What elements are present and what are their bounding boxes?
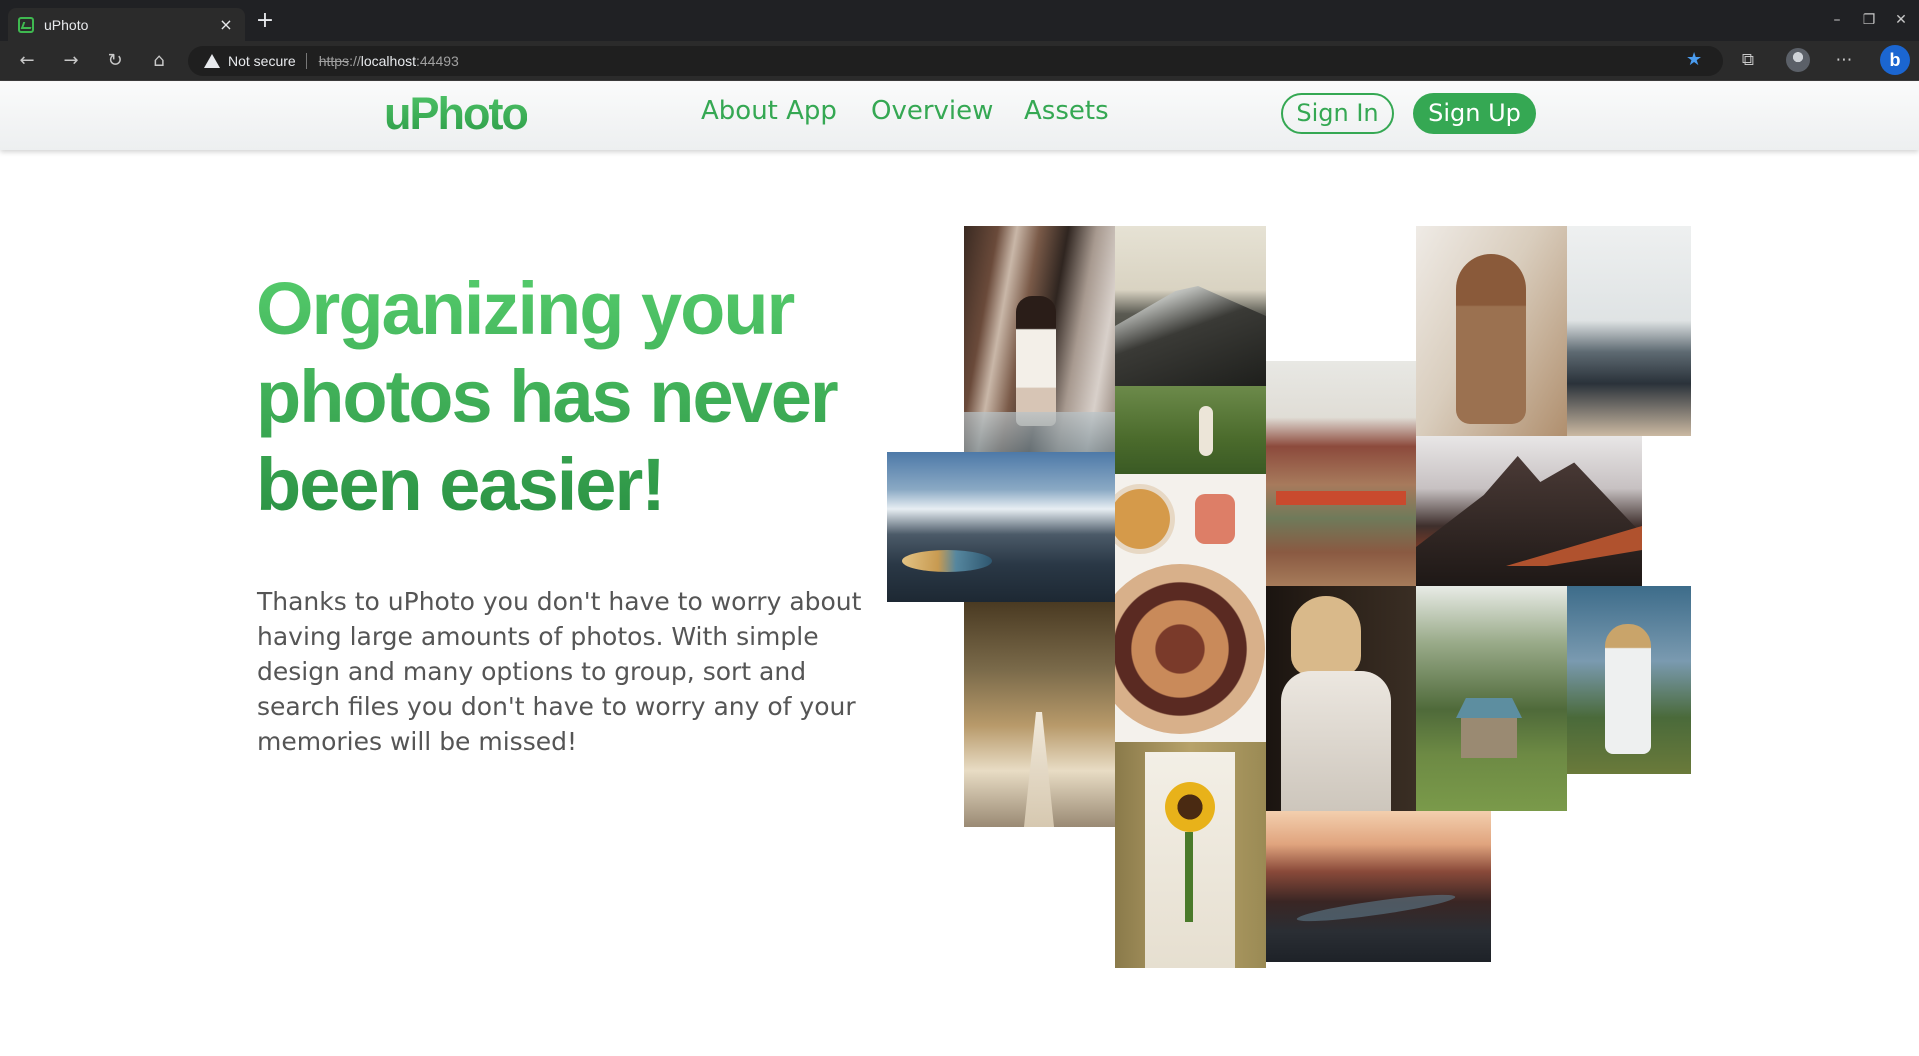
sign-in-button[interactable]: Sign In: [1281, 93, 1394, 134]
new-tab-icon[interactable]: +: [254, 10, 276, 32]
security-label[interactable]: Not secure: [228, 53, 296, 69]
profile-avatar[interactable]: [1786, 48, 1810, 72]
photo-sunflower-bouquet[interactable]: [1115, 742, 1266, 968]
nav-overview[interactable]: Overview: [871, 96, 993, 126]
photo-cypress-alley[interactable]: [964, 602, 1115, 827]
url-input[interactable]: Not secure https://localhost:44493: [188, 46, 1723, 76]
photo-mountain-house[interactable]: [1416, 586, 1567, 811]
url-separator: ://: [349, 53, 361, 69]
photo-woman-field-hat[interactable]: [1567, 586, 1691, 774]
photo-food-platter[interactable]: [1115, 474, 1266, 742]
nav-assets[interactable]: Assets: [1024, 96, 1109, 126]
close-tab-icon[interactable]: ×: [217, 15, 235, 34]
star-icon[interactable]: ★: [1686, 49, 1702, 70]
site-header: uPhoto About App Overview Assets Sign In…: [0, 82, 1919, 150]
back-icon[interactable]: ←: [15, 49, 39, 73]
photo-mountain-valley[interactable]: [1266, 811, 1491, 962]
browser-address-bar: ← → ↻ ⌂ Not secure https://localhost:444…: [0, 41, 1919, 81]
reload-icon[interactable]: ↻: [103, 49, 127, 73]
close-window-icon[interactable]: ✕: [1892, 12, 1910, 28]
more-icon[interactable]: ⋯: [1832, 48, 1856, 72]
photo-rocky-peak[interactable]: [1416, 436, 1642, 586]
bing-icon[interactable]: b: [1880, 45, 1910, 75]
extensions-icon[interactable]: ⧉: [1736, 48, 1760, 72]
photo-woman-portrait[interactable]: [1416, 226, 1567, 436]
logo[interactable]: uPhoto: [384, 88, 529, 140]
photo-mountain-summit[interactable]: [1115, 226, 1266, 386]
url-scheme: https: [318, 53, 350, 69]
photo-castle-village[interactable]: [1266, 361, 1416, 586]
image-favicon-icon: [18, 16, 34, 33]
photo-mountain-lake[interactable]: [887, 452, 1115, 602]
omnibox-divider: [305, 53, 307, 69]
browser-tab-bar: uPhoto × + – ❐ ✕: [0, 0, 1919, 41]
tab-title: uPhoto: [44, 16, 89, 33]
warning-icon: [204, 54, 220, 68]
photo-couple-pier[interactable]: [964, 226, 1115, 452]
url-host: localhost: [360, 53, 416, 69]
photo-woman-meadow[interactable]: [1115, 386, 1266, 474]
photo-seagulls-rocks[interactable]: [1567, 226, 1691, 436]
nav-about-app[interactable]: About App: [701, 96, 837, 126]
photo-woman-reading[interactable]: [1266, 586, 1416, 811]
forward-icon[interactable]: →: [59, 49, 83, 73]
sign-up-button[interactable]: Sign Up: [1413, 93, 1536, 134]
home-icon[interactable]: ⌂: [147, 49, 171, 73]
restore-icon[interactable]: ❐: [1860, 12, 1878, 28]
url-port: :44493: [416, 53, 459, 69]
browser-tab[interactable]: uPhoto ×: [8, 8, 245, 41]
minimize-icon[interactable]: –: [1828, 12, 1846, 28]
hero-description: Thanks to uPhoto you don't have to worry…: [257, 587, 862, 756]
hero-title: Organizing your photos has never been ea…: [256, 265, 876, 529]
